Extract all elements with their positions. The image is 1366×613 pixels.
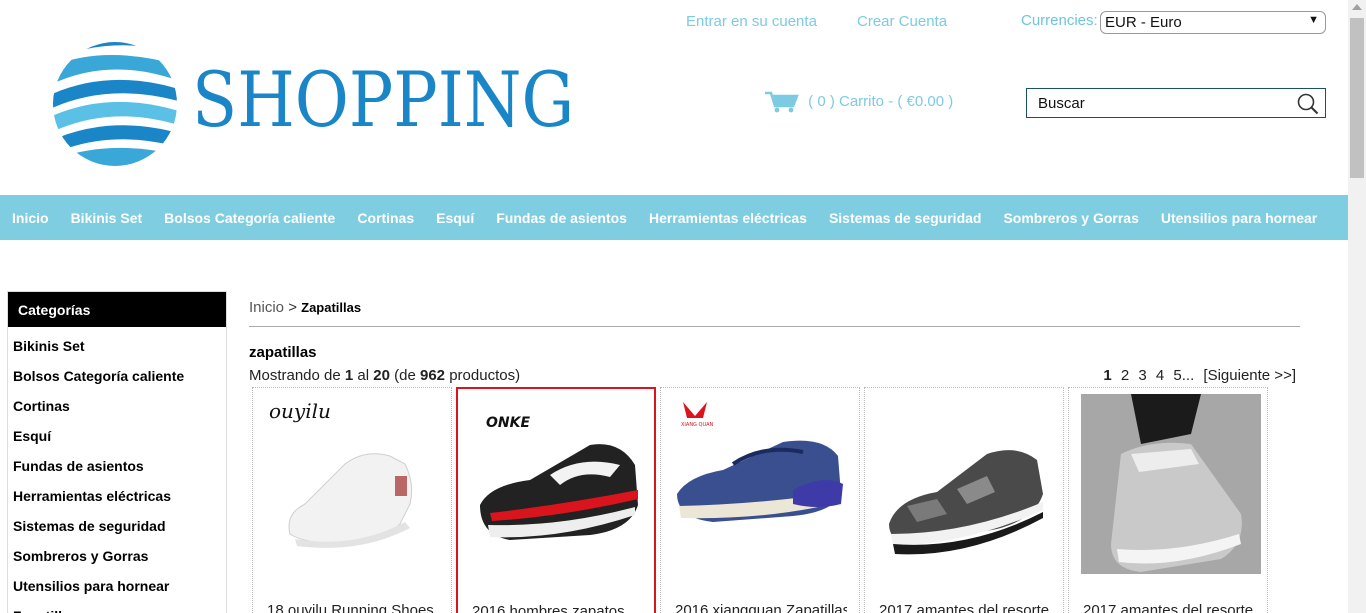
showing-total: 962	[420, 367, 446, 384]
product-brand-text: ONKE	[486, 415, 530, 431]
nav-item-esqui[interactable]: Esquí	[436, 210, 474, 226]
sidebar-item-esqui[interactable]: Esquí	[8, 423, 226, 453]
nav-item-seguridad[interactable]: Sistemas de seguridad	[829, 210, 982, 226]
nav-item-fundas[interactable]: Fundas de asientos	[496, 210, 627, 226]
nav-item-inicio[interactable]: Inicio	[12, 210, 49, 226]
product-card[interactable]: ONKE 2016 hombres zapatos	[456, 387, 656, 613]
product-name[interactable]: 18 ouyilu Running Shoes	[267, 602, 439, 613]
sidebar-item-sombreros[interactable]: Sombreros y Gorras	[8, 543, 226, 573]
sidebar-item-cortinas[interactable]: Cortinas	[8, 393, 226, 423]
sidebar-item-herramientas[interactable]: Herramientas eléctricas	[8, 483, 226, 513]
divider	[249, 326, 1300, 327]
page-scrollbar[interactable]	[1348, 0, 1366, 613]
search-box	[1026, 88, 1326, 118]
cart-summary: ( 0 ) Carrito - ( €0.00 )	[808, 92, 954, 110]
search-icon[interactable]	[1297, 93, 1319, 115]
page-link-1[interactable]: 1	[1103, 367, 1111, 384]
product-name[interactable]: 2017 amantes del resorte	[1083, 602, 1255, 613]
breadcrumb-current: Zapatillas	[301, 300, 362, 315]
nav-item-utensilios[interactable]: Utensilios para hornear	[1161, 210, 1317, 226]
product-brand-text: ouyilu	[269, 399, 331, 423]
login-link[interactable]: Entrar en su cuenta	[686, 13, 817, 30]
breadcrumb-separator: >	[288, 299, 297, 316]
currency-value: EUR - Euro	[1105, 14, 1182, 31]
product-card[interactable]: XIANG QUAN 2016 xiangquan Zapatillas	[660, 387, 860, 613]
showing-from: 1	[344, 367, 354, 384]
next-page-link[interactable]: [Siguiente >>]	[1203, 367, 1296, 384]
cart-link[interactable]: ( 0 ) Carrito - ( €0.00 )	[764, 90, 953, 114]
product-grid: ouyilu 18 ouyilu Running Shoes ONKE 2016…	[252, 387, 1272, 613]
product-name[interactable]: 2016 hombres zapatos	[472, 603, 644, 613]
register-link[interactable]: Crear Cuenta	[857, 13, 947, 30]
page-link-4[interactable]: 4	[1156, 367, 1164, 384]
page-link-5[interactable]: 5...	[1173, 367, 1194, 384]
showing-prefix: Mostrando de	[249, 367, 341, 384]
scrollbar-thumb[interactable]	[1350, 18, 1364, 178]
page-title: zapatillas	[249, 344, 317, 361]
product-image[interactable]: ONKE	[470, 395, 650, 575]
nav-item-bikinis-set[interactable]: Bikinis Set	[71, 210, 143, 226]
main-nav: Inicio Bikinis Set Bolsos Categoría cali…	[0, 195, 1348, 240]
logo-globe-icon	[53, 42, 177, 166]
cart-icon	[765, 91, 799, 113]
product-name[interactable]: 2016 xiangquan Zapatillas	[675, 602, 847, 613]
product-image[interactable]: ouyilu	[265, 394, 445, 574]
sidebar-item-fundas[interactable]: Fundas de asientos	[8, 453, 226, 483]
category-sidebar: Categorías Bikinis Set Bolsos Categoría …	[7, 291, 227, 613]
product-image[interactable]	[1081, 394, 1261, 574]
breadcrumb: Inicio > Zapatillas	[249, 299, 361, 316]
showing-to-word: al	[357, 367, 370, 384]
sidebar-item-zapatillas[interactable]: Zapatillas	[8, 603, 226, 613]
nav-item-sombreros[interactable]: Sombreros y Gorras	[1003, 210, 1138, 226]
page-link-2[interactable]: 2	[1121, 367, 1129, 384]
sidebar-item-bolsos[interactable]: Bolsos Categoría caliente	[8, 363, 226, 393]
results-count: Mostrando de 1 al 20 (de 962 productos)	[249, 367, 520, 384]
logo-wordmark: SHOPPING	[192, 56, 575, 145]
breadcrumb-home-link[interactable]: Inicio	[249, 299, 284, 316]
scroll-up-icon[interactable]	[1352, 4, 1362, 10]
pagination: 1 2 3 4 5... [Siguiente >>]	[1098, 367, 1296, 384]
showing-suffix: productos)	[449, 367, 521, 384]
nav-item-herramientas[interactable]: Herramientas eléctricas	[649, 210, 807, 226]
product-image[interactable]: XIANG QUAN	[673, 394, 853, 574]
sidebar-title: Categorías	[8, 292, 226, 327]
showing-of: (de	[394, 367, 416, 384]
product-card[interactable]: 2017 amantes del resorte	[1068, 387, 1268, 613]
nav-item-cortinas[interactable]: Cortinas	[357, 210, 414, 226]
page-link-3[interactable]: 3	[1138, 367, 1146, 384]
site-logo[interactable]: SHOPPING	[52, 42, 574, 170]
product-card[interactable]: 2017 amantes del resorte	[864, 387, 1064, 613]
product-brand-text: XIANG QUAN	[681, 422, 714, 428]
sidebar-item-utensilios[interactable]: Utensilios para hornear	[8, 573, 226, 603]
showing-to: 20	[373, 367, 390, 384]
currency-select[interactable]: EUR - Euro ▼	[1100, 11, 1326, 34]
sidebar-item-seguridad[interactable]: Sistemas de seguridad	[8, 513, 226, 543]
sidebar-item-bikinis-set[interactable]: Bikinis Set	[8, 333, 226, 363]
product-card[interactable]: ouyilu 18 ouyilu Running Shoes	[252, 387, 452, 613]
product-name[interactable]: 2017 amantes del resorte	[879, 602, 1051, 613]
search-input[interactable]	[1027, 89, 1287, 117]
product-image[interactable]	[877, 394, 1057, 574]
chevron-down-icon: ▼	[1308, 14, 1319, 26]
currency-label: Currencies:	[1021, 12, 1098, 29]
nav-item-bolsos[interactable]: Bolsos Categoría caliente	[164, 210, 335, 226]
